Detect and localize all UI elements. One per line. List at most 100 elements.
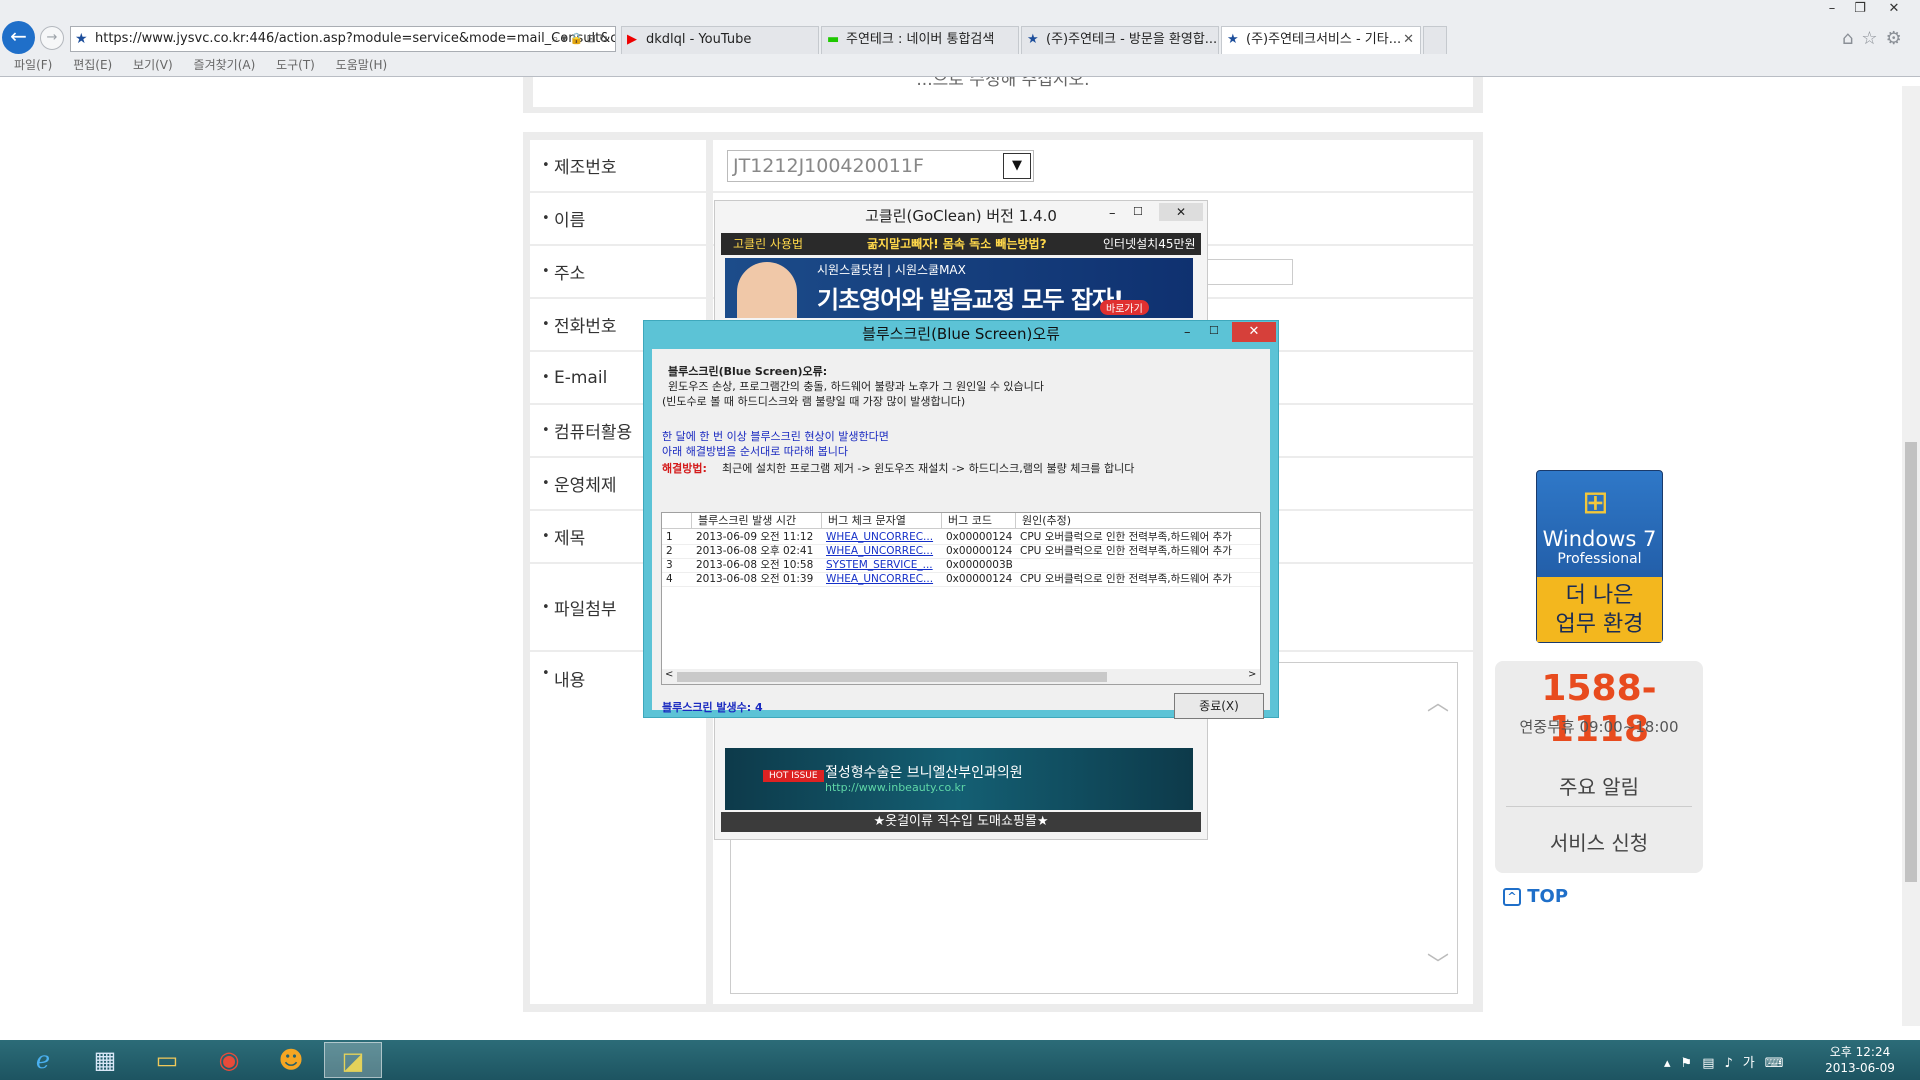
row-code: 0x00000124: [946, 531, 1013, 543]
scroll-left-icon[interactable]: <: [665, 669, 673, 680]
row-index: 4: [666, 573, 673, 585]
minimize-icon[interactable]: –: [1184, 325, 1191, 340]
table-row[interactable]: 2 2013-06-08 오후 02:41 WHEA_UNCORREC... 0…: [662, 545, 1260, 559]
ad-brand: 시원스쿨닷컴 | 시원스쿨MAX: [817, 263, 966, 277]
forward-button[interactable]: →: [40, 26, 64, 50]
table-row[interactable]: 4 2013-06-08 오전 01:39 WHEA_UNCORREC... 0…: [662, 573, 1260, 587]
row-bugcheck-link[interactable]: SYSTEM_SERVICE_...: [822, 559, 942, 572]
address-bar[interactable]: ★ https://www.jysvc.co.kr:446/action.asp…: [70, 26, 616, 52]
home-star-gear-icons[interactable]: ⌂☆⚙: [1842, 28, 1910, 49]
chrome-icon[interactable]: ◉: [200, 1042, 258, 1078]
hot-issue-badge: HOT ISSUE: [763, 770, 824, 782]
col-time[interactable]: 블루스크린 발생 시간: [692, 513, 822, 528]
menu-help[interactable]: 도움말(H): [336, 58, 388, 72]
dialog-blue2: 아래 해결방법을 순서대로 따라해 봅니다: [662, 445, 849, 458]
address-input[interactable]: [1205, 259, 1293, 285]
dialog-body: 블루스크린(Blue Screen)오류: 윈도우즈 손상, 프로그램간의 충돌…: [652, 349, 1270, 719]
goclean-usage-link[interactable]: 고클린 사용법: [733, 233, 803, 255]
scroll-thumb[interactable]: [677, 672, 1107, 682]
ie-icon[interactable]: ℯ: [14, 1042, 72, 1078]
new-tab-button[interactable]: [1423, 26, 1447, 54]
minimize-icon[interactable]: –: [1109, 206, 1116, 221]
back-button[interactable]: ←: [2, 21, 35, 54]
win7-edition: Professional: [1557, 551, 1642, 567]
restore-icon[interactable]: ❐: [1846, 0, 1874, 20]
row-bugcheck-link[interactable]: WHEA_UNCORREC...: [822, 531, 942, 544]
win7-slogan-line2: 업무 환경: [1555, 612, 1644, 637]
menu-view[interactable]: 보기(V): [133, 58, 173, 72]
minimize-icon[interactable]: –: [1818, 0, 1846, 20]
taskbar-clock[interactable]: 오후 12:24 2013-06-09: [1820, 1044, 1900, 1076]
english-ad-banner[interactable]: 시원스쿨닷컴 | 시원스쿨MAX 기초영어와 발음교정 모두 잡자! 바로가기: [725, 258, 1193, 318]
hospital-ad-banner[interactable]: HOT ISSUE 절성형수술은 브니엘산부인과의원 http://www.in…: [725, 748, 1193, 810]
character-app-icon[interactable]: ☻: [262, 1042, 320, 1078]
close-window-icon[interactable]: ✕: [1880, 0, 1908, 20]
bluescreen-list[interactable]: 블루스크린 발생 시간 버그 체크 문자열 버그 코드 원인(추정) 1 201…: [661, 512, 1261, 685]
list-hscrollbar[interactable]: < >: [662, 669, 1260, 684]
serial-select[interactable]: JT1212J100420011F ▼: [727, 150, 1034, 182]
clock-date: 2013-06-09: [1825, 1061, 1895, 1075]
row-bugcheck-link[interactable]: WHEA_UNCORREC...: [822, 545, 942, 558]
goclean-internet-link[interactable]: 인터넷설치45만원: [1103, 233, 1196, 255]
maximize-icon[interactable]: ☐: [1133, 205, 1143, 218]
exit-button[interactable]: 종료(X): [1174, 693, 1264, 719]
service-hours: 연중무휴 09:00~18:00: [1519, 718, 1679, 736]
ad-go-button[interactable]: 바로가기: [1100, 300, 1149, 315]
volume-icon[interactable]: ♪: [1724, 1056, 1742, 1071]
address-actions-icon[interactable]: ⌕▾🔒⊡↻: [552, 27, 611, 51]
table-row[interactable]: 1 2013-06-09 오전 11:12 WHEA_UNCORREC... 0…: [662, 531, 1260, 545]
dropdown-arrow-icon[interactable]: ▼: [1003, 153, 1031, 179]
page-scrollbar[interactable]: [1902, 86, 1920, 1026]
goclean-taskbar-icon[interactable]: ◪: [324, 1042, 382, 1078]
menu-file[interactable]: 파일(F): [14, 58, 52, 72]
tab-youtube[interactable]: ▶ dkdlql - YouTube: [621, 26, 819, 54]
flag-icon[interactable]: ⚑: [1681, 1056, 1703, 1071]
menu-edit[interactable]: 편집(E): [73, 58, 112, 72]
scrollbar-thumb[interactable]: [1905, 442, 1917, 882]
tab-naver[interactable]: ▬ 주연테크 : 네이버 통합검색: [821, 26, 1019, 54]
tab-label: dkdlql - YouTube: [646, 32, 752, 47]
network-icon[interactable]: ▤: [1702, 1056, 1724, 1071]
ad2-url: http://www.inbeauty.co.kr: [825, 781, 966, 794]
tray-arrow-icon[interactable]: ▴: [1664, 1056, 1681, 1071]
system-tray-icons[interactable]: ▴⚑▤♪가⌨: [1664, 1052, 1794, 1071]
url-text[interactable]: https://www.jysvc.co.kr:446/action.asp?m…: [95, 31, 615, 46]
chevron-down-icon[interactable]: ﹀: [1427, 947, 1449, 979]
top-button[interactable]: ^ TOP: [1503, 886, 1568, 907]
ad-person-image: [737, 262, 797, 318]
label-address: 주소: [530, 246, 706, 297]
top-label: TOP: [1527, 886, 1569, 907]
ime-indicator[interactable]: 가: [1743, 1056, 1765, 1071]
close-tab-icon[interactable]: ✕: [1403, 27, 1414, 53]
col-bugcheck[interactable]: 버그 체크 문자열: [822, 513, 942, 528]
col-cause[interactable]: 원인(추정): [1016, 513, 1260, 528]
goclean-footer-ad[interactable]: ★옷걸이류 직수입 도매쇼핑몰★: [721, 812, 1201, 832]
menu-favorites[interactable]: 즐겨찾기(A): [194, 58, 256, 72]
label-name: 이름: [530, 193, 706, 244]
table-row[interactable]: 3 2013-06-08 오전 10:58 SYSTEM_SERVICE_...…: [662, 559, 1260, 573]
solution-text: 최근에 설치한 프로그램 제거 -> 윈도우즈 재설치 -> 하드디스크,램의 …: [722, 462, 1135, 475]
goclean-promo-link[interactable]: 굶지말고빼자! 몸속 독소 빼는방법?: [867, 233, 1047, 255]
keyboard-icon[interactable]: ⌨: [1765, 1056, 1794, 1071]
chevron-up-icon[interactable]: ︿: [1427, 685, 1449, 717]
row-time: 2013-06-08 오후 02:41: [696, 545, 814, 557]
row-code: 0x00000124: [946, 573, 1013, 585]
service-request-link[interactable]: 서비스 신청: [1506, 823, 1692, 863]
list-header: 블루스크린 발생 시간 버그 체크 문자열 버그 코드 원인(추정): [662, 513, 1260, 529]
row-cause: [1016, 559, 1260, 572]
close-icon[interactable]: ✕: [1232, 322, 1276, 342]
maximize-icon[interactable]: ☐: [1209, 324, 1219, 337]
windows7-ad[interactable]: ⊞ Windows 7 Professional 더 나은 업무 환경: [1536, 470, 1663, 643]
row-time: 2013-06-08 오전 01:39: [696, 573, 814, 585]
col-bugcode[interactable]: 버그 코드: [942, 513, 1016, 528]
tab-jooyontech[interactable]: ★ (주)주연테크 - 방문을 환영합...: [1021, 26, 1219, 54]
goclean-link-bar: 고클린 사용법 굶지말고빼자! 몸속 독소 빼는방법? 인터넷설치45만원: [721, 233, 1201, 255]
tab-jooyontech-service[interactable]: ★ (주)주연테크서비스 - 기타... ✕: [1221, 26, 1421, 54]
row-bugcheck-link[interactable]: WHEA_UNCORREC...: [822, 573, 942, 586]
menu-tools[interactable]: 도구(T): [276, 58, 315, 72]
folder-icon[interactable]: ▭: [138, 1042, 196, 1078]
app-icon[interactable]: ▦: [76, 1042, 134, 1078]
notice-link[interactable]: 주요 알림: [1506, 767, 1692, 807]
scroll-right-icon[interactable]: >: [1248, 669, 1256, 680]
close-icon[interactable]: ✕: [1159, 203, 1203, 221]
